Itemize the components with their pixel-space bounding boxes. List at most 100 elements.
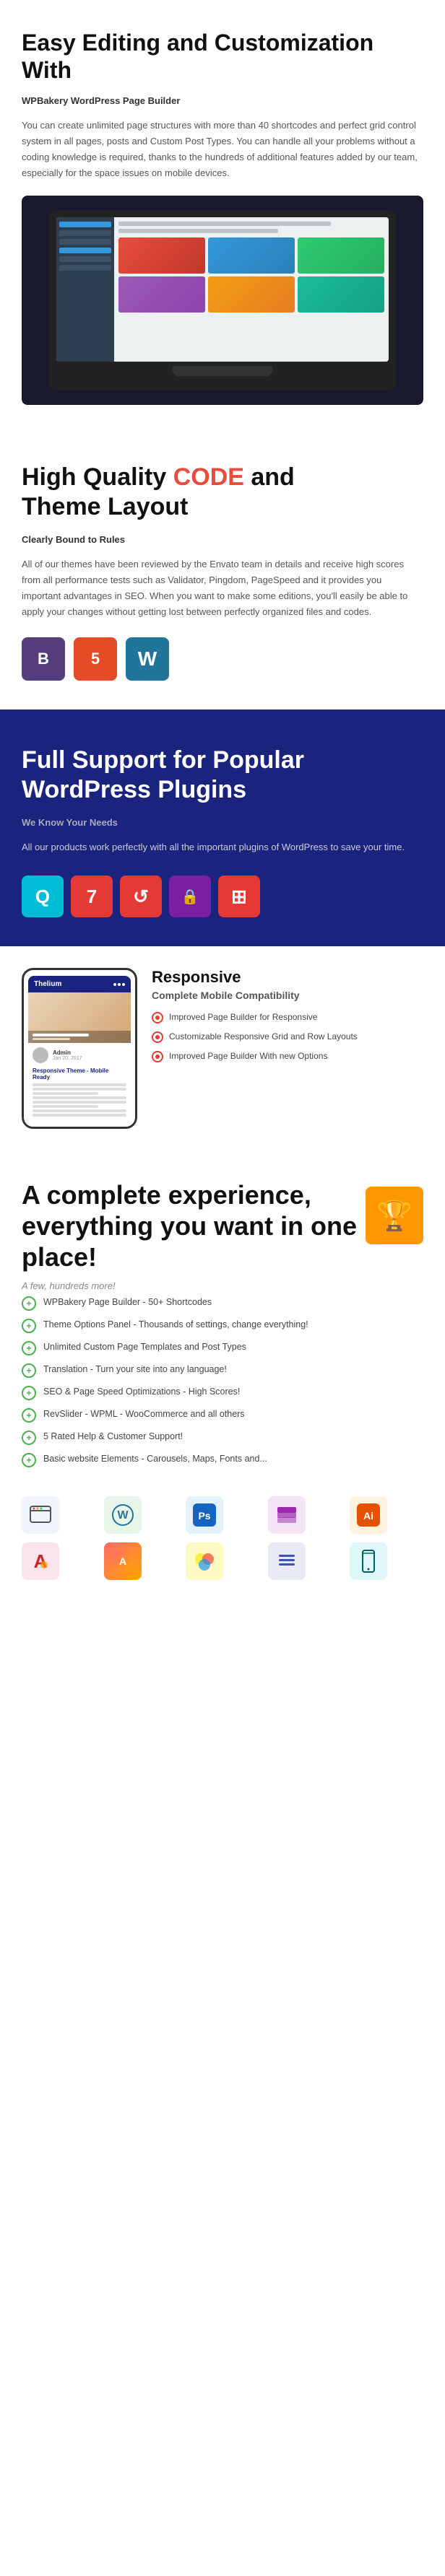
feature-text-3: Unlimited Custom Page Templates and Post… bbox=[43, 1340, 246, 1354]
tools-svg bbox=[275, 1549, 299, 1573]
ai-svg: Ai bbox=[355, 1502, 381, 1528]
laptop-mockup-container bbox=[22, 196, 423, 405]
grid-item-6 bbox=[298, 276, 384, 313]
svg-text:Ai: Ai bbox=[363, 1510, 373, 1521]
tool-icon-tools bbox=[268, 1542, 306, 1580]
laptop-content bbox=[114, 217, 389, 362]
laptop-grid bbox=[118, 237, 384, 313]
wpml-icon: ↺ bbox=[120, 876, 162, 917]
text-line-2 bbox=[33, 1088, 126, 1091]
code-subtitle: Clearly Bound to Rules bbox=[22, 532, 423, 548]
checklist-text-1: Improved Page Builder for Responsive bbox=[169, 1011, 317, 1023]
laptop-sidebar bbox=[56, 217, 114, 362]
plugin-icons-group: Q 7 ↺ 🔒 ⊞ bbox=[22, 876, 423, 917]
nav-dot-3 bbox=[122, 983, 125, 986]
section-complete: A complete experience, everything you wa… bbox=[0, 1151, 445, 1609]
tool-icon-wordpress: W bbox=[104, 1496, 142, 1534]
complete-tagline: A few, hundreds more! bbox=[22, 1280, 423, 1291]
checklist-text-3: Improved Page Builder With new Options bbox=[169, 1050, 327, 1062]
feature-text-8: Basic website Elements - Carousels, Maps… bbox=[43, 1452, 267, 1466]
ps-svg: Ps bbox=[191, 1502, 217, 1528]
feature-text-1: WPBakery Page Builder - 50+ Shortcodes bbox=[43, 1296, 212, 1309]
editing-subtitle: WPBakery WordPress Page Builder bbox=[22, 93, 423, 109]
phone-content: Admin Jan 20, 2017 Responsive Theme - Mo… bbox=[28, 1043, 131, 1121]
layer-svg bbox=[275, 1503, 299, 1527]
tool-icon-photoshop: Ps bbox=[186, 1496, 223, 1534]
section-plugins: Full Support for Popular WordPress Plugi… bbox=[0, 710, 445, 946]
feature-item-2: Theme Options Panel - Thousands of setti… bbox=[22, 1318, 423, 1333]
checklist-text-2: Customizable Responsive Grid and Row Lay… bbox=[169, 1031, 358, 1043]
phone-author-date: Jan 20, 2017 bbox=[53, 1056, 82, 1061]
feature-icon-8 bbox=[22, 1453, 36, 1467]
text-line-8 bbox=[33, 1114, 126, 1117]
checklist-item-1: Improved Page Builder for Responsive bbox=[152, 1011, 423, 1023]
trophy-icon: 🏆 bbox=[366, 1187, 423, 1244]
nav-dot-1 bbox=[113, 983, 116, 986]
code-title: High Quality CODE andTheme Layout bbox=[22, 463, 423, 522]
complete-header: A complete experience, everything you wa… bbox=[22, 1179, 423, 1280]
check-icon-2 bbox=[152, 1031, 163, 1043]
svg-text:A: A bbox=[119, 1555, 126, 1567]
editing-description: You can create unlimited page structures… bbox=[22, 118, 423, 181]
text-line-6 bbox=[33, 1105, 98, 1108]
feature-text-4: Translation - Turn your site into any la… bbox=[43, 1363, 227, 1376]
tool-icon-gradient: A bbox=[104, 1542, 142, 1580]
code-title-part1: High Quality bbox=[22, 463, 173, 491]
text-line-4 bbox=[33, 1096, 126, 1099]
check-icon-3 bbox=[152, 1051, 163, 1062]
svg-text:Ps: Ps bbox=[199, 1510, 211, 1521]
phone-svg bbox=[356, 1549, 381, 1573]
responsive-info: Responsive Complete Mobile Compatibility… bbox=[152, 968, 423, 1062]
phone-author-name: Admin bbox=[53, 1049, 82, 1056]
nav-dot-2 bbox=[118, 983, 121, 986]
laptop-mockup bbox=[49, 210, 396, 390]
browser-svg bbox=[29, 1503, 52, 1527]
sidebar-item-4 bbox=[59, 248, 111, 253]
tool-icon-typography: A bbox=[22, 1542, 59, 1580]
feature-item-6: RevSlider - WPML - WooCommerce and all o… bbox=[22, 1407, 423, 1423]
feature-icon-6 bbox=[22, 1408, 36, 1423]
feature-icon-1 bbox=[22, 1296, 36, 1311]
hero-text-bar bbox=[33, 1034, 89, 1036]
feature-item-7: 5 Rated Help & Customer Support! bbox=[22, 1430, 423, 1445]
grid-item-4 bbox=[118, 276, 205, 313]
section-responsive: Thelium Admin Jan 20, 2017 Responsive Th bbox=[0, 946, 445, 1151]
gradient-svg: A bbox=[111, 1549, 135, 1573]
typography-svg: A bbox=[28, 1549, 53, 1573]
bootstrap-icon: B bbox=[22, 637, 65, 681]
laptop-screen bbox=[56, 217, 389, 362]
phone-author-info: Admin Jan 20, 2017 bbox=[53, 1049, 82, 1061]
grid-item-5 bbox=[208, 276, 295, 313]
feature-text-2: Theme Options Panel - Thousands of setti… bbox=[43, 1318, 308, 1332]
text-line-3 bbox=[33, 1092, 98, 1095]
laptop-bottom-bar bbox=[173, 366, 272, 376]
tool-icon-color bbox=[186, 1542, 223, 1580]
section-code: High Quality CODE andTheme Layout Clearl… bbox=[0, 427, 445, 710]
tool-icons-grid: W Ps Ai A bbox=[22, 1489, 423, 1587]
tech-icons-group: B 5 W bbox=[22, 637, 423, 681]
hero-text-bar-2 bbox=[33, 1038, 70, 1040]
feature-item-8: Basic website Elements - Carousels, Maps… bbox=[22, 1452, 423, 1467]
sidebar-item-2 bbox=[59, 230, 111, 236]
checklist-item-3: Improved Page Builder With new Options bbox=[152, 1050, 423, 1062]
section-editing: Easy Editing and Customization With WPBa… bbox=[0, 0, 445, 427]
feature-text-5: SEO & Page Speed Optimizations - High Sc… bbox=[43, 1385, 240, 1399]
phone-post-title: Responsive Theme - Mobile Ready bbox=[33, 1067, 126, 1080]
quform-icon: Q bbox=[22, 876, 64, 917]
tool-icon-layer bbox=[268, 1496, 306, 1534]
responsive-title: Complete Mobile Compatibility bbox=[152, 990, 423, 1001]
phone-avatar bbox=[33, 1047, 48, 1063]
phone-author-row: Admin Jan 20, 2017 bbox=[33, 1047, 126, 1063]
phone-text-lines bbox=[33, 1083, 126, 1117]
plugins-description: All our products work perfectly with all… bbox=[22, 839, 423, 855]
svg-text:A: A bbox=[34, 1550, 48, 1572]
responsive-checklist: Improved Page Builder for Responsive Cus… bbox=[152, 1011, 423, 1062]
feature-icon-3 bbox=[22, 1341, 36, 1355]
feature-text-7: 5 Rated Help & Customer Support! bbox=[43, 1430, 183, 1444]
content-bar-1 bbox=[118, 222, 331, 226]
feature-list: WPBakery Page Builder - 50+ Shortcodes T… bbox=[22, 1296, 423, 1467]
phone-hero-image bbox=[28, 992, 131, 1043]
text-line-1 bbox=[33, 1083, 126, 1086]
check-icon-1 bbox=[152, 1012, 163, 1023]
code-description: All of our themes have been reviewed by … bbox=[22, 556, 423, 620]
